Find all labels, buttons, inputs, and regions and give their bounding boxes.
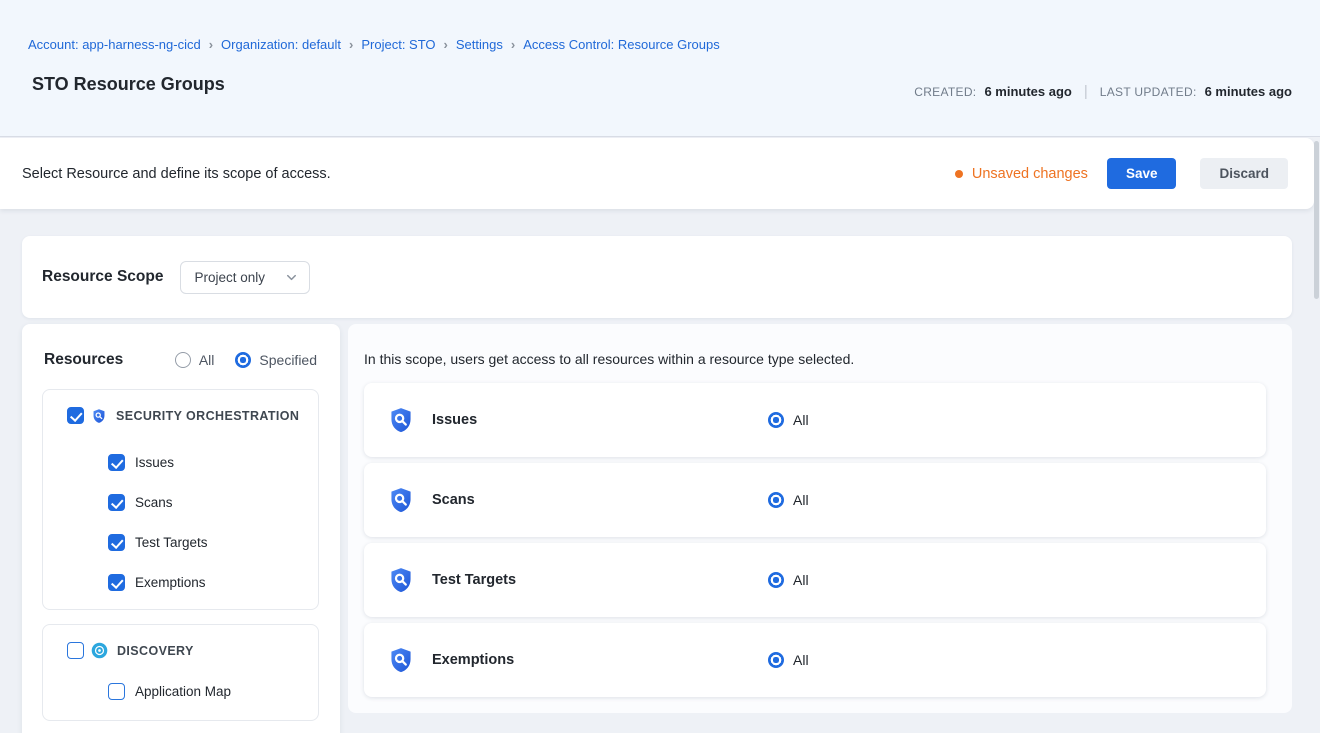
breadcrumb-project-link[interactable]: Project: STO <box>361 37 435 52</box>
breadcrumb-settings-link[interactable]: Settings <box>456 37 503 52</box>
radio-option-specified[interactable]: Specified <box>235 352 317 368</box>
access-row-issues: Issues All <box>364 383 1266 457</box>
resources-title: Resources <box>44 351 123 369</box>
resource-item-scans: Scans <box>108 494 318 511</box>
access-all-radio[interactable] <box>768 572 784 588</box>
unsaved-changes-label: Unsaved changes <box>972 166 1088 182</box>
resource-item-issues: Issues <box>108 454 318 471</box>
save-button[interactable]: Save <box>1107 158 1177 189</box>
group-header: SECURITY ORCHESTRATION <box>43 390 318 424</box>
resource-group-security-orchestration: SECURITY ORCHESTRATION Issues Scans Test… <box>42 389 319 610</box>
access-panel: In this scope, users get access to all r… <box>348 324 1292 713</box>
resource-scope-dropdown[interactable]: Project only <box>180 261 310 294</box>
discard-button[interactable]: Discard <box>1200 158 1288 189</box>
page: Account: app-harness-ng-cicd › Organizat… <box>0 0 1320 733</box>
item-label: Issues <box>135 455 174 470</box>
toolbar: Select Resource and define its scope of … <box>0 138 1314 209</box>
group-items: Issues Scans Test Targets Exemptions <box>43 424 318 609</box>
header-meta: CREATED: 6 minutes ago | LAST UPDATED: 6… <box>914 83 1292 100</box>
access-all-label: All <box>793 652 809 668</box>
item-label: Application Map <box>135 684 231 699</box>
unsaved-dot-icon <box>955 170 963 178</box>
resources-panel-header: Resources All Specified <box>22 324 340 369</box>
breadcrumb-access-control-link[interactable]: Access Control: Resource Groups <box>523 37 720 52</box>
breadcrumb-organization-link[interactable]: Organization: default <box>221 37 341 52</box>
test-targets-checkbox[interactable] <box>108 534 125 551</box>
access-all-label: All <box>793 492 809 508</box>
access-row-scans: Scans All <box>364 463 1266 537</box>
discovery-checkbox[interactable] <box>67 642 84 659</box>
item-label: Scans <box>135 495 173 510</box>
radio-specified-label: Specified <box>259 352 317 368</box>
security-orchestration-checkbox[interactable] <box>67 407 84 424</box>
access-all-radio[interactable] <box>768 652 784 668</box>
chevron-down-icon <box>284 270 299 285</box>
vertical-scrollbar-thumb[interactable] <box>1314 141 1319 299</box>
exemptions-checkbox[interactable] <box>108 574 125 591</box>
item-label: Exemptions <box>135 575 206 590</box>
group-header: DISCOVERY <box>43 625 318 659</box>
breadcrumb-account-link[interactable]: Account: app-harness-ng-cicd <box>28 37 201 52</box>
chevron-right-icon: › <box>444 37 448 52</box>
shield-search-icon <box>387 646 415 674</box>
access-row-label: Exemptions <box>432 652 514 668</box>
shield-search-icon <box>91 408 107 424</box>
access-scope-choice: All <box>768 572 809 588</box>
page-header: Account: app-harness-ng-cicd › Organizat… <box>0 0 1320 137</box>
item-label: Test Targets <box>135 535 208 550</box>
access-row-test-targets: Test Targets All <box>364 543 1266 617</box>
resource-scope-selected-value: Project only <box>194 270 284 285</box>
group-label: DISCOVERY <box>117 644 194 658</box>
radar-icon <box>91 642 108 659</box>
radio-specified[interactable] <box>235 352 251 368</box>
access-panel-description: In this scope, users get access to all r… <box>364 351 854 367</box>
last-updated-value: 6 minutes ago <box>1205 84 1292 99</box>
application-map-checkbox[interactable] <box>108 683 125 700</box>
access-all-radio[interactable] <box>768 412 784 428</box>
toolbar-description: Select Resource and define its scope of … <box>22 166 955 182</box>
access-row-exemptions: Exemptions All <box>364 623 1266 697</box>
shield-search-icon <box>387 566 415 594</box>
access-scope-choice: All <box>768 412 809 428</box>
access-scope-choice: All <box>768 652 809 668</box>
group-label: SECURITY ORCHESTRATION <box>116 409 299 423</box>
resources-panel: Resources All Specified SECURITY ORCHES <box>22 324 340 733</box>
access-all-label: All <box>793 572 809 588</box>
access-row-label: Scans <box>432 492 475 508</box>
chevron-right-icon: › <box>511 37 515 52</box>
issues-checkbox[interactable] <box>108 454 125 471</box>
radio-option-all[interactable]: All <box>175 352 215 368</box>
radio-all[interactable] <box>175 352 191 368</box>
group-items: Application Map <box>43 659 318 720</box>
page-title: STO Resource Groups <box>32 74 225 95</box>
last-updated-label: LAST UPDATED: <box>1100 85 1197 99</box>
access-all-label: All <box>793 412 809 428</box>
resource-item-test-targets: Test Targets <box>108 534 318 551</box>
resource-scope-label: Resource Scope <box>42 268 163 286</box>
access-row-label: Test Targets <box>432 572 516 588</box>
shield-search-icon <box>387 486 415 514</box>
scans-checkbox[interactable] <box>108 494 125 511</box>
meta-divider: | <box>1084 83 1088 100</box>
resource-scope-card: Resource Scope Project only <box>22 236 1292 318</box>
radio-all-label: All <box>199 352 215 368</box>
access-row-label: Issues <box>432 412 477 428</box>
resource-group-discovery: DISCOVERY Application Map <box>42 624 319 721</box>
shield-search-icon <box>387 406 415 434</box>
resource-item-application-map: Application Map <box>108 683 318 700</box>
breadcrumb: Account: app-harness-ng-cicd › Organizat… <box>28 37 720 52</box>
chevron-right-icon: › <box>349 37 353 52</box>
access-scope-choice: All <box>768 492 809 508</box>
created-label: CREATED: <box>914 85 976 99</box>
resource-item-exemptions: Exemptions <box>108 574 318 591</box>
created-value: 6 minutes ago <box>984 84 1071 99</box>
resources-mode-radio-group: All Specified <box>175 352 317 368</box>
access-all-radio[interactable] <box>768 492 784 508</box>
chevron-right-icon: › <box>209 37 213 52</box>
